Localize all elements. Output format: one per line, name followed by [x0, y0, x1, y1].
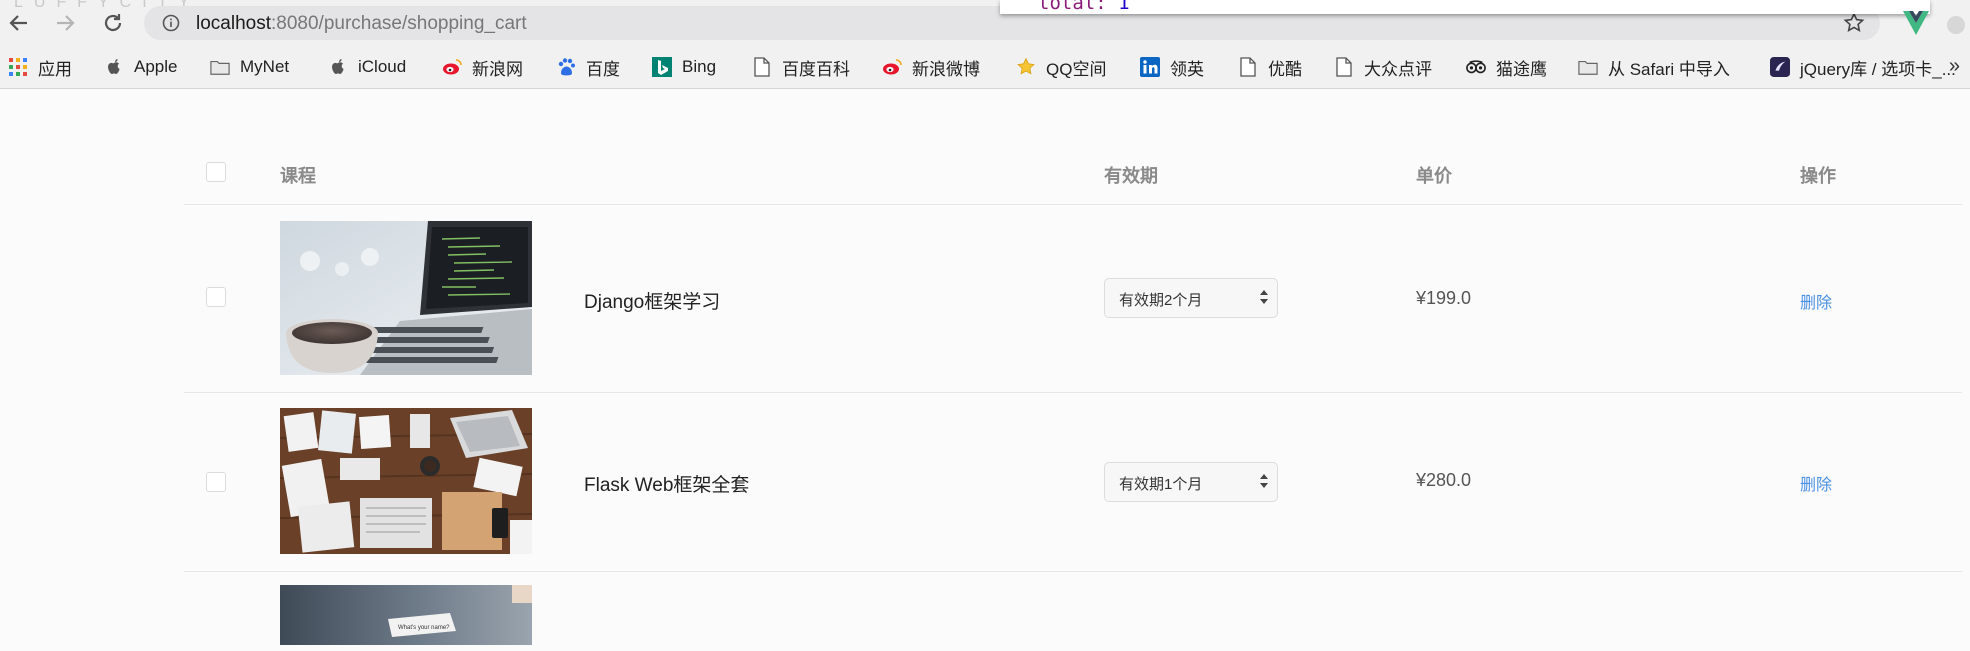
header-price: 单价: [1416, 166, 1452, 186]
folder-icon: [210, 57, 230, 77]
bookmark-label: iCloud: [358, 57, 407, 76]
header-action: 操作: [1800, 166, 1836, 186]
bookmark-icloud[interactable]: iCloud: [328, 56, 406, 78]
apple-icon: [328, 57, 348, 77]
bookmark-label: Apple: [134, 57, 178, 76]
cart-row: Flask Web框架全套 有效期1个月 ¥280.0 删除: [184, 392, 1962, 572]
cart-header-row: 课程 有效期 单价 操作: [184, 140, 1962, 205]
forward-button[interactable]: [52, 10, 78, 36]
bookmark-tripadvisor[interactable]: 猫途鹰: [1466, 56, 1547, 79]
bookmark-star-icon[interactable]: [1842, 11, 1866, 35]
bookmarks-bar: 应用 Apple MyNet iCloud 新浪网 百度 Bing 百度百科 新…: [0, 46, 1970, 89]
bookmark-bing[interactable]: Bing: [652, 56, 716, 78]
course-image-flask[interactable]: [280, 408, 532, 554]
bookmark-label: MyNet: [240, 57, 290, 76]
cart-row: What's your name?: [184, 571, 1962, 651]
unit-price: ¥199.0: [1416, 288, 1472, 308]
bookmark-label: 新浪网: [472, 59, 523, 79]
bookmark-mynet[interactable]: MyNet: [210, 56, 289, 78]
reload-button[interactable]: [100, 10, 126, 36]
page-icon: [752, 57, 772, 77]
star-qq-icon: [1016, 57, 1036, 77]
delete-link[interactable]: 删除: [1800, 471, 1832, 495]
bookmark-label: 猫途鹰: [1496, 59, 1547, 79]
devtools-overlay: total: 1: [1000, 0, 1930, 14]
arrow-right-icon: [57, 15, 75, 31]
devtools-key: total: [1038, 0, 1096, 14]
apps-grid-icon: [8, 57, 28, 77]
bookmark-weibo[interactable]: 新浪微博: [882, 56, 980, 79]
header-course: 课程: [280, 166, 316, 186]
bookmark-label: 从 Safari 中导入: [1608, 59, 1730, 79]
bookmark-label: 新浪微博: [912, 59, 980, 79]
cart-row: Django框架学习 有效期2个月 ¥199.0 删除: [184, 204, 1962, 393]
unit-price: ¥280.0: [1416, 470, 1472, 490]
bookmark-apple[interactable]: Apple: [104, 56, 177, 78]
bookmark-label: 领英: [1170, 59, 1204, 79]
vue-devtools-icon[interactable]: [1902, 10, 1930, 36]
bookmarks-overflow-button[interactable]: »: [1949, 55, 1960, 78]
bookmark-safari-import[interactable]: 从 Safari 中导入: [1578, 56, 1730, 79]
bookmark-label: Bing: [682, 57, 717, 76]
bookmark-label: QQ空间: [1046, 59, 1107, 79]
page-icon: [1334, 57, 1354, 77]
delete-link[interactable]: 删除: [1800, 289, 1832, 313]
arrow-left-icon: [9, 15, 27, 31]
url-host: localhost: [196, 13, 271, 34]
folder-icon: [1578, 57, 1598, 77]
reload-icon: [104, 14, 122, 32]
back-button[interactable]: [6, 10, 32, 36]
bookmark-jquery[interactable]: jQuery库 / 选项卡_...: [1770, 56, 1956, 79]
bing-icon: [652, 57, 672, 77]
course-name[interactable]: Django框架学习: [584, 287, 720, 314]
devtools-value: 1: [1118, 0, 1130, 14]
bookmark-label: 优酷: [1268, 59, 1302, 79]
weibo-icon: [882, 57, 902, 77]
weibo-icon: [442, 57, 462, 77]
third-image-caption: What's your name?: [398, 625, 450, 631]
validity-select[interactable]: 有效期1个月: [1104, 462, 1278, 502]
select-all-checkbox[interactable]: [206, 162, 226, 182]
bookmark-baidu[interactable]: 百度: [556, 56, 620, 79]
apple-icon: [104, 57, 124, 77]
bookmark-linkedin[interactable]: 领英: [1140, 56, 1204, 79]
url-text[interactable]: localhost:8080/purchase/shopping_cart: [196, 13, 527, 35]
url-path: :8080/purchase/shopping_cart: [271, 13, 527, 34]
bookmark-baike[interactable]: 百度百科: [752, 56, 850, 79]
course-image-django[interactable]: [280, 221, 532, 375]
bookmark-label: 百度百科: [782, 59, 850, 79]
bookmark-label: 应用: [38, 59, 72, 79]
course-name[interactable]: Flask Web框架全套: [584, 470, 749, 497]
select-arrows-icon: [1260, 290, 1268, 304]
bookmark-qzone[interactable]: QQ空间: [1016, 56, 1107, 79]
bookmark-label: 大众点评: [1364, 59, 1432, 79]
course-image-third[interactable]: What's your name?: [280, 585, 532, 645]
bookmark-sina[interactable]: 新浪网: [442, 56, 523, 79]
baidu-paw-icon: [556, 57, 576, 77]
extension-icon[interactable]: [1947, 16, 1965, 34]
bookmark-label: 百度: [586, 59, 620, 79]
row-checkbox[interactable]: [206, 472, 226, 492]
owl-icon: [1466, 57, 1486, 77]
validity-select-value: 有效期2个月: [1119, 292, 1203, 309]
browser-toolbar: LUFFYCITY localhost:8080/purchase/shoppi…: [0, 0, 1970, 46]
linkedin-icon: [1140, 57, 1160, 77]
page-icon: [1238, 57, 1258, 77]
jquery-icon: [1770, 57, 1790, 77]
row-checkbox[interactable]: [206, 287, 226, 307]
validity-select-value: 有效期1个月: [1119, 476, 1203, 493]
bookmark-apps[interactable]: 应用: [8, 56, 72, 79]
select-arrows-icon: [1260, 474, 1268, 488]
bookmark-dianping[interactable]: 大众点评: [1334, 56, 1432, 79]
bookmark-youku[interactable]: 优酷: [1238, 56, 1302, 79]
info-icon[interactable]: [162, 14, 180, 32]
validity-select[interactable]: 有效期2个月: [1104, 278, 1278, 318]
bookmark-label: jQuery库 / 选项卡_...: [1800, 59, 1956, 79]
header-validity: 有效期: [1104, 166, 1158, 186]
